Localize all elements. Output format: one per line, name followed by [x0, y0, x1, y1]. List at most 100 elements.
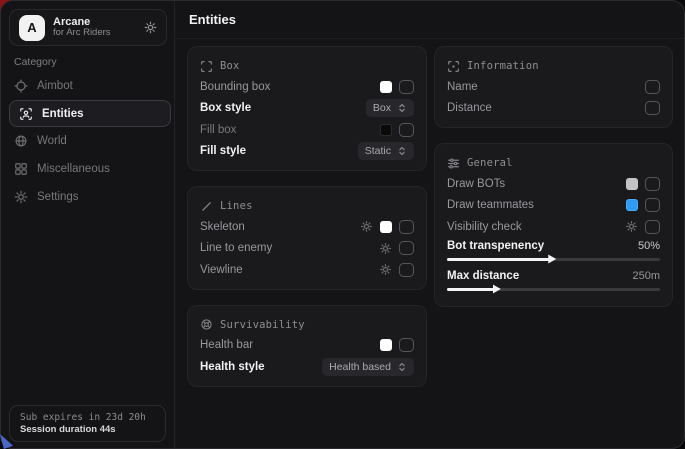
- lines-card: Lines Skeleton Line to enemy: [187, 186, 427, 290]
- fill-box-color-swatch[interactable]: [380, 124, 392, 136]
- name-checkbox[interactable]: [645, 80, 660, 94]
- grid-icon: [14, 162, 28, 176]
- skeleton-row: Skeleton: [200, 216, 414, 238]
- bot-transparency-slider[interactable]: [447, 258, 660, 261]
- sidebar-item-aimbot[interactable]: Aimbot: [1, 72, 174, 100]
- fill-style-value: Static: [365, 145, 391, 157]
- max-distance-label: Max distance: [447, 270, 519, 282]
- gear-icon[interactable]: [144, 21, 157, 34]
- bounding-box-color-swatch[interactable]: [380, 81, 392, 93]
- draw-bots-color-swatch[interactable]: [626, 178, 638, 190]
- survivability-card: Survivability Health bar Health style He…: [187, 305, 427, 387]
- name-label: Name: [447, 81, 478, 93]
- health-bar-color-swatch[interactable]: [380, 339, 392, 351]
- slider-handle[interactable]: [548, 255, 556, 264]
- card-title: Survivability: [220, 319, 305, 331]
- sub-expiry-text: Sub expires in 23d 20h: [20, 412, 155, 423]
- health-bar-label: Health bar: [200, 339, 253, 351]
- skeleton-checkbox[interactable]: [399, 220, 414, 234]
- sidebar-nav: Aimbot Entities World: [1, 72, 174, 211]
- health-style-label: Health style: [200, 361, 265, 373]
- draw-teammates-checkbox[interactable]: [645, 198, 660, 212]
- sidebar-item-world[interactable]: World: [1, 127, 174, 155]
- health-bar-checkbox[interactable]: [399, 338, 414, 352]
- brackets-icon: [200, 60, 213, 73]
- line-to-enemy-checkbox[interactable]: [399, 241, 414, 255]
- draw-bots-row: Draw BOTs: [447, 173, 660, 195]
- visibility-check-row: Visibility check: [447, 216, 660, 238]
- max-distance-slider[interactable]: [447, 288, 660, 291]
- globe-icon: [14, 134, 28, 148]
- line-icon: [200, 200, 213, 213]
- sidebar-item-label: World: [37, 135, 67, 147]
- fill-box-row: Fill box: [200, 119, 414, 141]
- fill-style-row: Fill style Static: [200, 141, 414, 163]
- draw-teammates-row: Draw teammates: [447, 195, 660, 217]
- main-content: Entities Box Bounding box: [175, 1, 684, 448]
- skeleton-label: Skeleton: [200, 221, 245, 233]
- sliders-icon: [447, 157, 460, 170]
- session-duration-text: Session duration 44s: [20, 424, 155, 435]
- name-row: Name: [447, 76, 660, 98]
- line-to-enemy-label: Line to enemy: [200, 242, 272, 254]
- sidebar-item-entities[interactable]: Entities: [9, 100, 171, 127]
- general-card: General Draw BOTs Draw teammates: [434, 143, 673, 307]
- gear-icon[interactable]: [379, 242, 392, 255]
- gear-icon[interactable]: [625, 220, 638, 233]
- sidebar-item-label: Entities: [42, 108, 84, 120]
- app-window: A Arcane for Arc Riders Category: [0, 0, 685, 449]
- bounding-box-checkbox[interactable]: [399, 80, 414, 94]
- card-title: Information: [467, 60, 539, 72]
- health-style-row: Health style Health based: [200, 356, 414, 378]
- brand-subtitle: for Arc Riders: [53, 28, 111, 39]
- viewline-checkbox[interactable]: [399, 263, 414, 277]
- subscription-status-card: Sub expires in 23d 20h Session duration …: [9, 405, 166, 442]
- visibility-check-checkbox[interactable]: [645, 220, 660, 234]
- bounding-box-label: Bounding box: [200, 81, 270, 93]
- card-title: Box: [220, 60, 240, 72]
- box-card: Box Bounding box Box style Box: [187, 46, 427, 171]
- draw-bots-label: Draw BOTs: [447, 178, 505, 190]
- distance-label: Distance: [447, 102, 492, 114]
- bounding-box-row: Bounding box: [200, 76, 414, 98]
- bot-transparency-value: 50%: [638, 240, 660, 252]
- draw-teammates-label: Draw teammates: [447, 199, 534, 211]
- sidebar-item-miscellaneous[interactable]: Miscellaneous: [1, 155, 174, 183]
- line-to-enemy-row: Line to enemy: [200, 238, 414, 260]
- health-bar-row: Health bar: [200, 335, 414, 357]
- sidebar-item-settings[interactable]: Settings: [1, 183, 174, 211]
- box-style-value: Box: [373, 102, 391, 114]
- health-style-select[interactable]: Health based: [322, 358, 414, 376]
- category-label: Category: [14, 56, 57, 68]
- max-distance-value: 250m: [632, 270, 660, 282]
- bot-transparency-label: Bot transpenency: [447, 240, 544, 252]
- viewline-row: Viewline: [200, 259, 414, 281]
- bot-transparency-row: Bot transpenency 50%: [447, 238, 660, 255]
- max-distance-row: Max distance 250m: [447, 268, 660, 285]
- chevrons-up-down-icon: [397, 146, 407, 156]
- sidebar-item-label: Aimbot: [37, 80, 73, 92]
- health-style-value: Health based: [329, 361, 391, 373]
- draw-bots-checkbox[interactable]: [645, 177, 660, 191]
- gear-icon: [14, 190, 28, 204]
- box-style-select[interactable]: Box: [366, 99, 414, 117]
- main-header: Entities: [175, 1, 684, 39]
- gear-icon[interactable]: [379, 263, 392, 276]
- viewline-label: Viewline: [200, 264, 243, 276]
- box-style-row: Box style Box: [200, 98, 414, 120]
- card-title: General: [467, 157, 513, 169]
- visibility-check-label: Visibility check: [447, 221, 522, 233]
- page-title: Entities: [189, 12, 236, 27]
- skeleton-color-swatch[interactable]: [380, 221, 392, 233]
- slider-handle[interactable]: [493, 285, 501, 294]
- gear-icon[interactable]: [360, 220, 373, 233]
- draw-teammates-color-swatch[interactable]: [626, 199, 638, 211]
- box-style-label: Box style: [200, 102, 251, 114]
- information-card: Information Name Distance: [434, 46, 673, 128]
- chevrons-up-down-icon: [397, 362, 407, 372]
- sidebar: A Arcane for Arc Riders Category: [1, 1, 175, 448]
- card-title: Lines: [220, 200, 253, 212]
- distance-checkbox[interactable]: [645, 101, 660, 115]
- fill-box-checkbox[interactable]: [399, 123, 414, 137]
- fill-style-select[interactable]: Static: [358, 142, 414, 160]
